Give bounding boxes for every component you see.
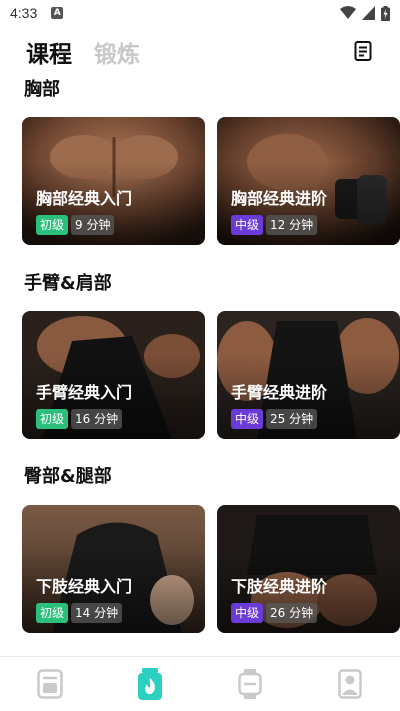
card-title: 手臂经典入门 <box>36 383 133 402</box>
duration-badge: 12 分钟 <box>266 215 318 235</box>
tab-workout[interactable]: 锻炼 <box>94 35 140 69</box>
header: 课程 锻炼 <box>0 30 400 74</box>
nav-profile[interactable] <box>300 657 400 711</box>
duration-badge: 14 分钟 <box>71 603 123 623</box>
bottom-nav <box>0 656 400 711</box>
course-card[interactable]: 下肢经典进阶 中级 26 分钟 <box>217 505 400 633</box>
battery-icon <box>381 5 390 21</box>
level-badge: 初级 <box>36 409 69 429</box>
status-time: 4:33 <box>10 5 38 21</box>
course-card[interactable]: 胸部经典入门 初级 9 分钟 <box>22 117 205 245</box>
duration-badge: 9 分钟 <box>71 215 115 235</box>
nav-courses[interactable] <box>0 657 100 711</box>
card-title: 胸部经典入门 <box>36 189 133 208</box>
section-title-arm-shoulder: 手臂&肩部 <box>24 273 112 294</box>
nav-device[interactable] <box>200 657 300 711</box>
level-badge: 中级 <box>231 215 264 235</box>
course-card[interactable]: 胸部经典进阶 中级 12 分钟 <box>217 117 400 245</box>
duration-badge: 16 分钟 <box>71 409 123 429</box>
watch-icon <box>238 669 262 699</box>
section-title-chest: 胸部 <box>24 79 60 100</box>
tab-courses[interactable]: 课程 <box>26 35 72 69</box>
profile-icon <box>338 669 362 699</box>
duration-badge: 26 分钟 <box>266 603 318 623</box>
level-badge: 初级 <box>36 603 69 623</box>
book-icon <box>37 669 63 699</box>
course-card[interactable]: 手臂经典入门 初级 16 分钟 <box>22 311 205 439</box>
level-badge: 中级 <box>231 603 264 623</box>
wifi-icon <box>340 6 356 19</box>
notes-icon[interactable] <box>352 40 374 62</box>
nav-workout[interactable] <box>100 657 200 711</box>
card-title: 下肢经典进阶 <box>231 577 328 596</box>
notification-icon: A <box>51 7 64 19</box>
status-bar: 4:33 A <box>0 0 400 26</box>
card-title: 手臂经典进阶 <box>231 383 328 402</box>
course-card[interactable]: 下肢经典入门 初级 14 分钟 <box>22 505 205 633</box>
card-title: 下肢经典入门 <box>36 577 133 596</box>
fire-bottle-icon <box>138 668 162 700</box>
section-title-glute-leg: 臀部&腿部 <box>24 466 112 487</box>
signal-icon <box>362 6 375 20</box>
card-title: 胸部经典进阶 <box>231 189 328 208</box>
level-badge: 初级 <box>36 215 69 235</box>
duration-badge: 25 分钟 <box>266 409 318 429</box>
level-badge: 中级 <box>231 409 264 429</box>
course-card[interactable]: 手臂经典进阶 中级 25 分钟 <box>217 311 400 439</box>
